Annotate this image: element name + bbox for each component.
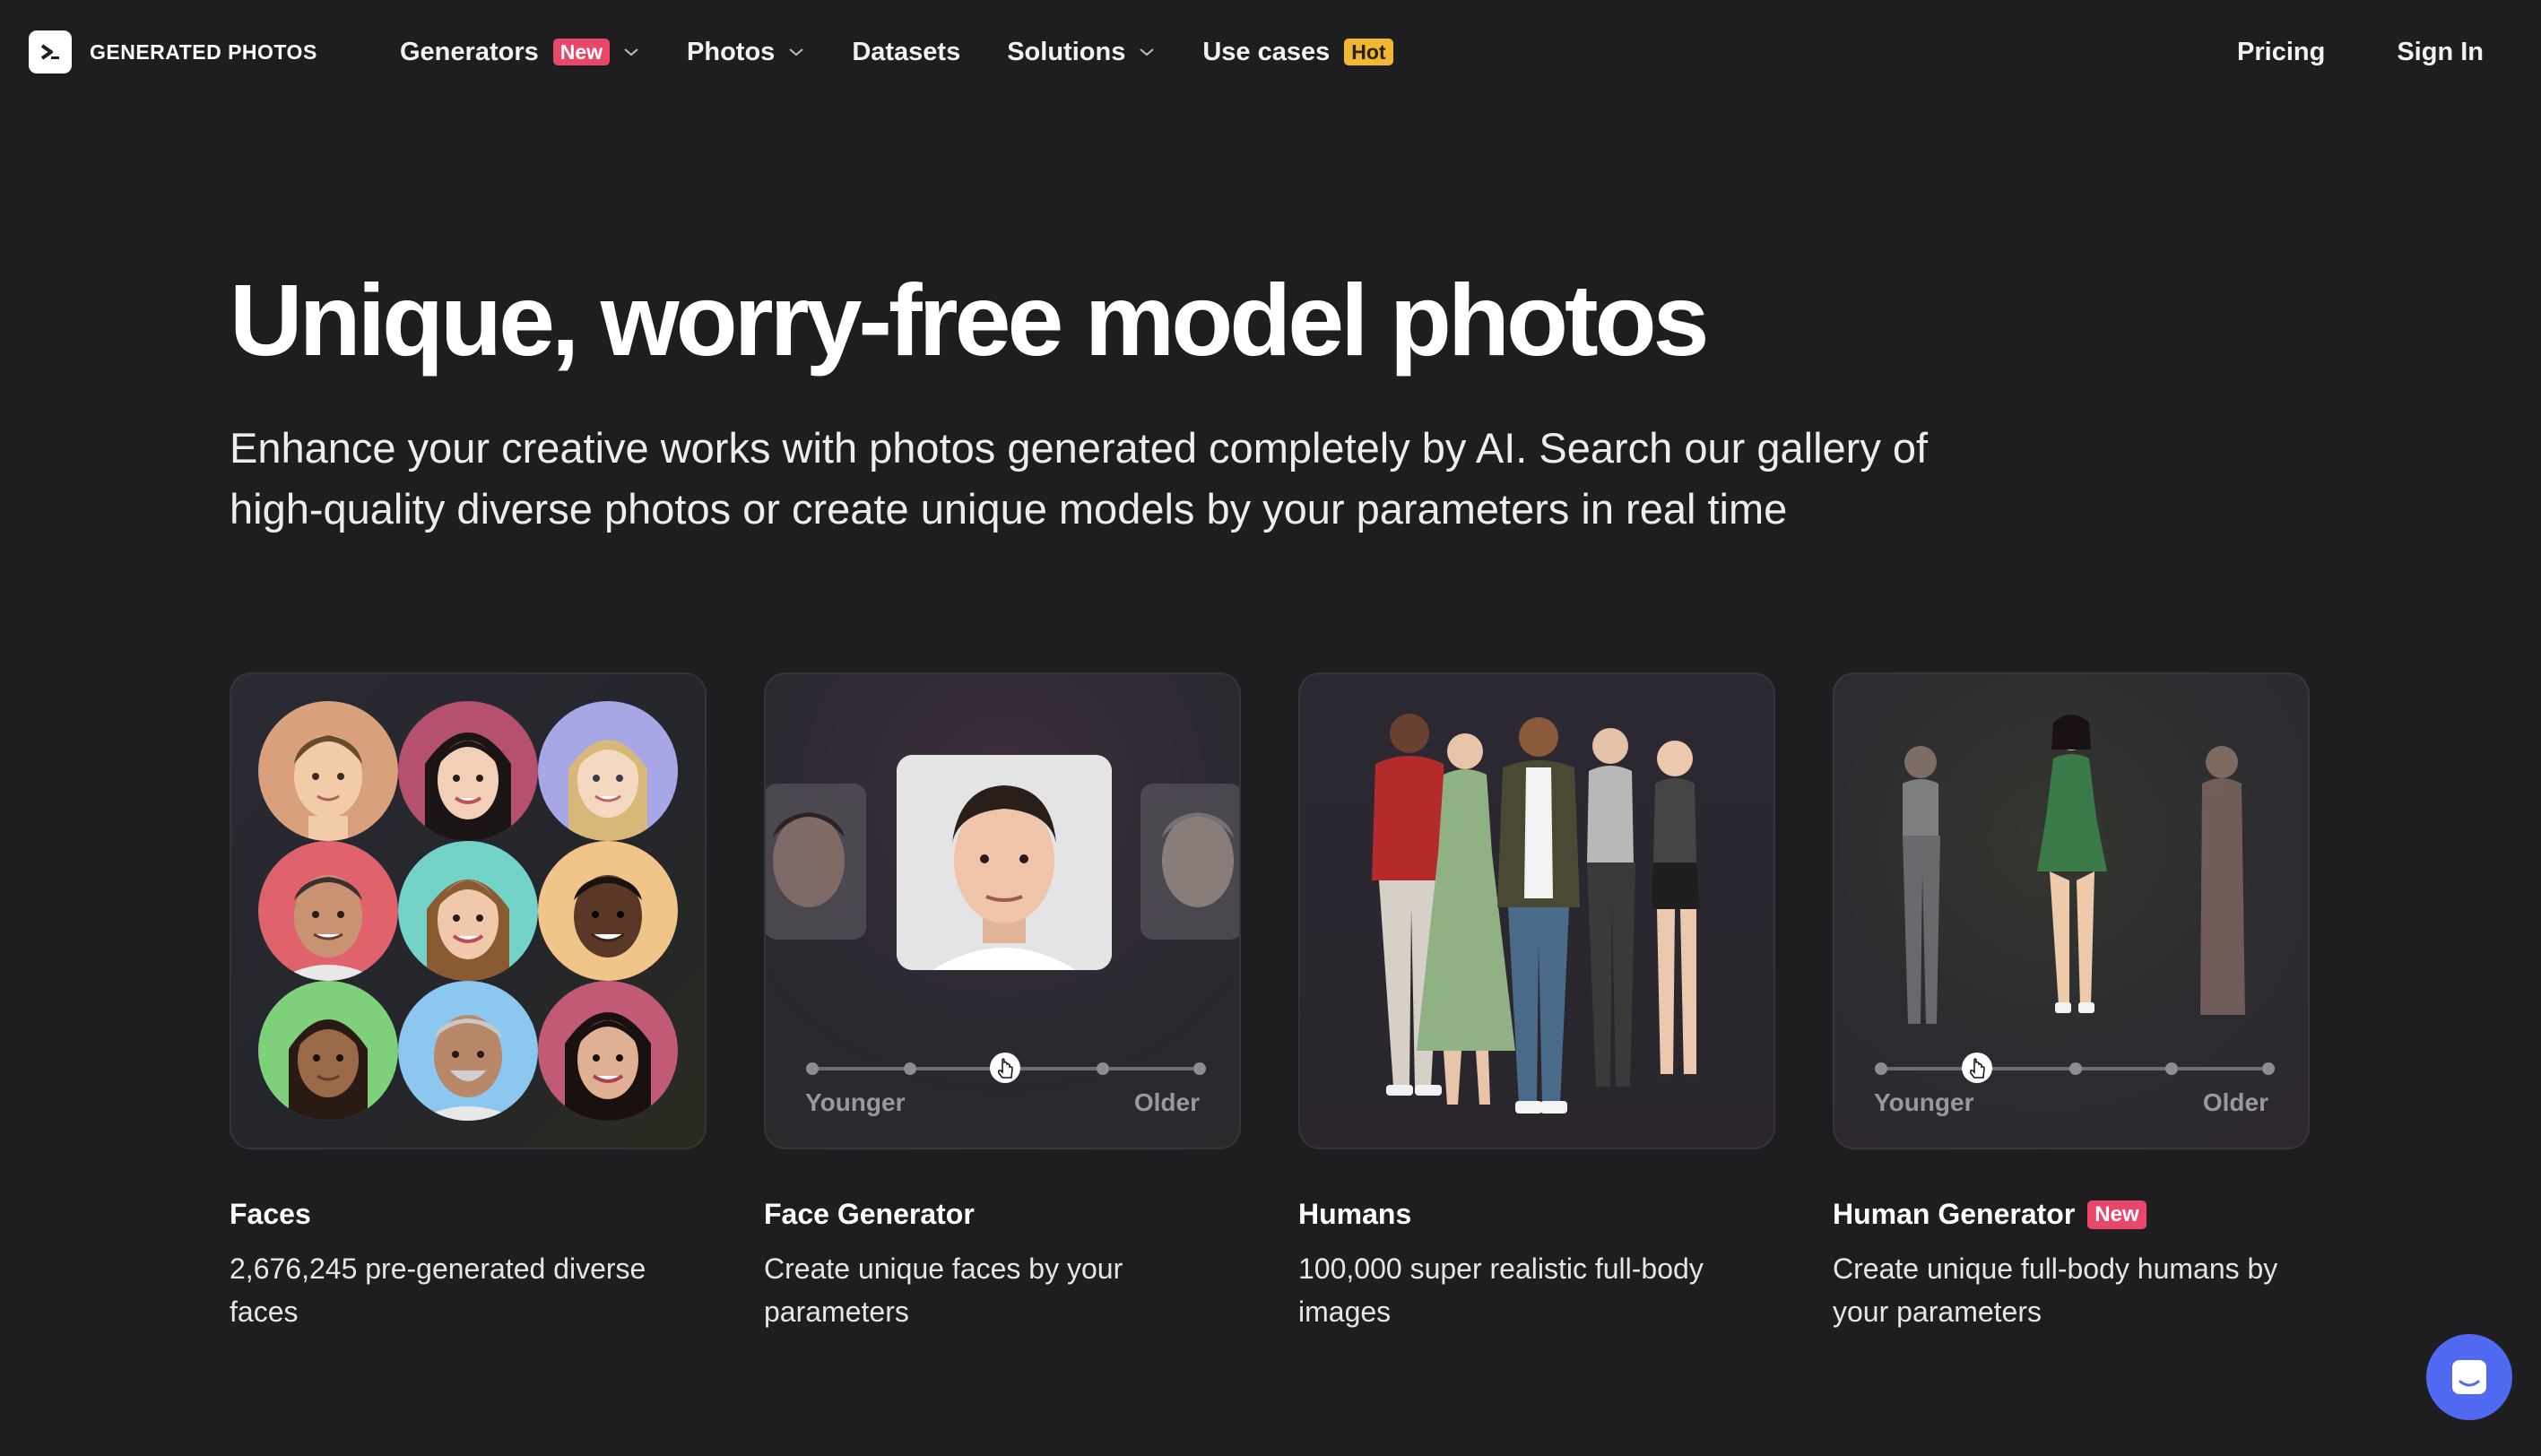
main-menu: Generators New Photos Datasets Solutions… [400, 32, 1440, 72]
chevron-down-icon [789, 48, 803, 56]
nav-datasets[interactable]: Datasets [852, 38, 960, 67]
slider-tick [2069, 1062, 2082, 1075]
face-avatar [258, 841, 398, 981]
card-desc-line: your parameters [1833, 1296, 2042, 1328]
card-description: Create unique faces by your parameters [764, 1247, 1239, 1333]
brand-logo[interactable]: GENERATED PHOTOS [29, 30, 317, 74]
card-desc-line: images [1298, 1296, 1392, 1328]
humans-group-image [1298, 672, 1775, 1149]
faces-grid-image [230, 672, 707, 1149]
nav-photos-label: Photos [687, 37, 776, 66]
face-avatar [538, 841, 678, 981]
hero-subtitle: Enhance your creative works with photos … [230, 418, 2112, 540]
card-description: 2,676,245 pre-generated diverse faces [230, 1247, 705, 1333]
human-generator-image: Younger Older [1833, 672, 2310, 1149]
slider-min-label: Younger [1874, 1088, 1974, 1116]
card-desc-line: Create unique full-body humans by [1833, 1252, 2278, 1285]
nav-datasets-label: Datasets [852, 37, 961, 66]
nav-pricing[interactable]: Pricing [2237, 38, 2325, 67]
terminal-prompt-icon [29, 30, 72, 74]
face-generator-image: Younger Older [764, 672, 1241, 1149]
face-thumbnail [766, 784, 866, 940]
nav-use-cases[interactable]: Use cases Hot [1202, 37, 1393, 67]
face-avatar [258, 981, 398, 1121]
card-human-generator[interactable]: Younger Older Human Generator New Create… [1833, 672, 2310, 1333]
slider-tick [2165, 1062, 2178, 1075]
chevron-down-icon [1140, 48, 1154, 56]
face-avatar [398, 701, 538, 841]
face-avatar [398, 981, 538, 1121]
hand-pointer-icon [1970, 1058, 1985, 1079]
humans-illustration [1372, 714, 1700, 1114]
card-title: Humans [1298, 1198, 1775, 1231]
nav-generators[interactable]: Generators New [400, 38, 640, 67]
new-badge: New [552, 39, 611, 65]
card-title-text: Faces [230, 1198, 311, 1230]
slider-tick [806, 1062, 819, 1075]
slider-min-label: Younger [805, 1088, 906, 1116]
card-desc-line: 2,676,245 pre-generated diverse [230, 1252, 646, 1285]
chevron-down-icon [624, 48, 638, 56]
nav-solutions[interactable]: Solutions [1007, 38, 1156, 67]
face-preview [897, 755, 1112, 970]
top-navigation: GENERATED PHOTOS Generators New Photos D… [0, 0, 2541, 104]
face-avatar [538, 981, 678, 1121]
slider-tick [2262, 1062, 2275, 1075]
face-avatar [538, 701, 678, 841]
chat-bubble-icon [2452, 1360, 2486, 1394]
hero-subtitle-line: Enhance your creative works with photos … [230, 424, 1929, 472]
nav-use-cases-label: Use cases [1202, 37, 1331, 66]
nav-photos[interactable]: Photos [687, 38, 805, 67]
slider-tick [1193, 1062, 1206, 1075]
card-description: 100,000 super realistic full-body images [1298, 1247, 1773, 1333]
new-badge: New [2087, 1200, 2146, 1229]
nav-sign-in[interactable]: Sign In [2397, 38, 2484, 67]
slider-tick [1875, 1062, 1887, 1075]
nav-generators-label: Generators [400, 37, 539, 66]
hot-badge: Hot [1344, 39, 1393, 65]
hero-title: Unique, worry-free model photos [230, 264, 1709, 377]
age-slider[interactable] [1875, 1053, 2275, 1083]
card-title: Human Generator New [1833, 1198, 2310, 1231]
card-desc-line: Create unique faces by your [764, 1252, 1123, 1285]
face-thumbnail [1140, 784, 1239, 940]
card-description: Create unique full-body humans by your p… [1833, 1247, 2308, 1333]
card-desc-line: parameters [764, 1296, 909, 1328]
card-desc-line: faces [230, 1296, 299, 1328]
account-menu: Pricing Sign In [2165, 32, 2484, 72]
hero-subtitle-line: high-quality diverse photos or create un… [230, 485, 1788, 533]
nav-solutions-label: Solutions [1007, 37, 1126, 66]
slider-handle[interactable] [990, 1053, 1020, 1083]
face-avatar [258, 701, 398, 841]
chat-button[interactable] [2426, 1334, 2512, 1420]
slider-max-label: Older [1133, 1088, 1200, 1116]
card-title: Face Generator [764, 1198, 1241, 1231]
face-avatar [398, 841, 538, 981]
card-face-generator[interactable]: Younger Older Face Generator Create uniq… [764, 672, 1241, 1333]
slider-max-label: Older [2202, 1088, 2268, 1116]
card-humans[interactable]: Humans 100,000 super realistic full-body… [1298, 672, 1775, 1333]
human-generator-illustration [1903, 715, 2245, 1024]
hand-pointer-icon [998, 1058, 1013, 1079]
card-desc-line: 100,000 super realistic full-body [1298, 1252, 1704, 1285]
card-title: Faces [230, 1198, 707, 1231]
slider-tick [904, 1062, 916, 1075]
card-title-text: Human Generator [1833, 1198, 2076, 1230]
slider-handle[interactable] [1962, 1053, 1992, 1083]
card-faces[interactable]: Faces 2,676,245 pre-generated diverse fa… [230, 672, 707, 1333]
card-title-text: Face Generator [764, 1198, 975, 1230]
card-title-text: Humans [1298, 1198, 1412, 1230]
brand-name: GENERATED PHOTOS [90, 39, 317, 64]
slider-tick [1097, 1062, 1109, 1075]
age-slider[interactable] [806, 1053, 1206, 1083]
